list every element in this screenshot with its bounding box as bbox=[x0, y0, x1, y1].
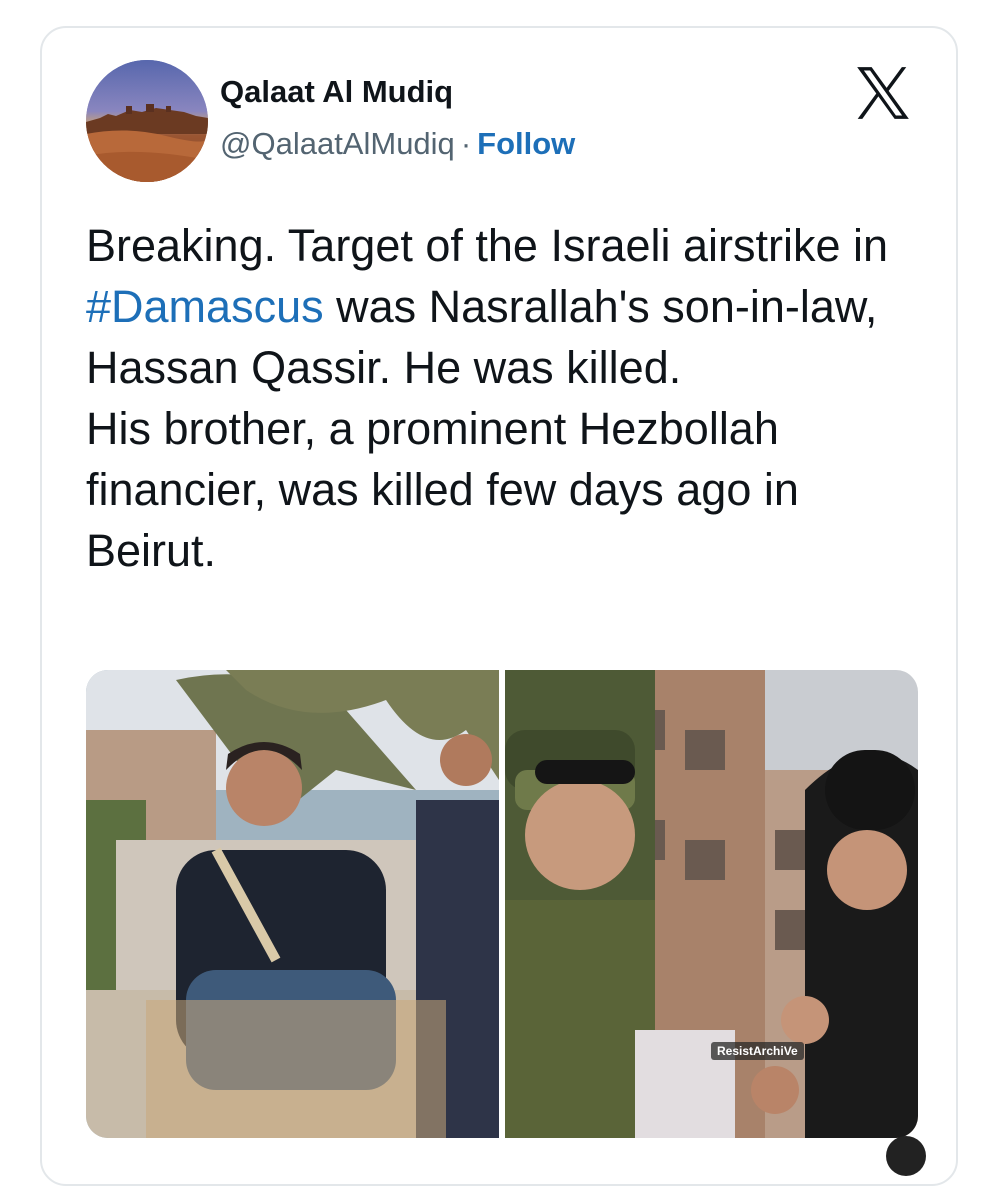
x-logo-icon[interactable] bbox=[852, 62, 914, 124]
author-display-name[interactable]: Qalaat Al Mudiq bbox=[220, 74, 453, 110]
tweet-text-part-1: Breaking. Target of the Israeli airstrik… bbox=[86, 220, 889, 271]
author-handle[interactable]: @QalaatAlMudiq bbox=[220, 126, 455, 161]
media-watermark: ResistArchiVe bbox=[711, 1042, 804, 1060]
tweet-text: Breaking. Target of the Israeli airstrik… bbox=[86, 215, 926, 581]
follow-button[interactable]: Follow bbox=[477, 126, 575, 161]
author-avatar[interactable] bbox=[86, 60, 208, 182]
tweet-card[interactable]: Qalaat Al Mudiq @QalaatAlMudiq · Follow Br… bbox=[40, 26, 958, 1186]
media-grid: ResistArchiVe bbox=[86, 670, 918, 1138]
tweet-paragraph-2: His brother, a prominent Hezbollah finan… bbox=[86, 403, 799, 576]
tweet-paragraph-1: Breaking. Target of the Israeli airstrik… bbox=[86, 215, 926, 398]
hashtag-link[interactable]: #Damascus bbox=[86, 281, 324, 332]
author-handle-row: @QalaatAlMudiq · Follow bbox=[220, 126, 575, 162]
media-more-indicator[interactable] bbox=[886, 1136, 926, 1176]
separator-dot: · bbox=[460, 126, 472, 161]
photo-left[interactable] bbox=[86, 670, 499, 1138]
photo-right[interactable]: ResistArchiVe bbox=[505, 670, 918, 1138]
